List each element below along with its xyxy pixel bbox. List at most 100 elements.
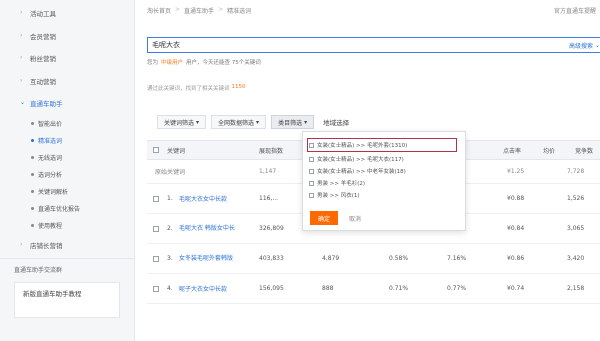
breadcrumb-home[interactable]: 淘长首页: [147, 6, 171, 15]
row-checkbox[interactable]: [153, 274, 159, 303]
category-option[interactable]: 女装(女士精品) >> 毛呢大衣(117): [309, 154, 404, 164]
sidebar-item-shop-marketing[interactable]: › 店铺长营销: [0, 234, 134, 257]
sidebar-divider: [0, 258, 134, 259]
checkbox-icon[interactable]: [309, 192, 314, 198]
row-keyword-link[interactable]: 女冬装毛呢外套韩版: [179, 244, 239, 273]
chevron-right-icon: ›: [20, 9, 23, 16]
select-all-checkbox[interactable]: [153, 141, 159, 159]
row-index: 2.: [167, 225, 173, 232]
cell-competition: 3,065: [567, 225, 585, 232]
result-count-tip: 通过此关键词，找到了相关关键词 1150: [147, 84, 246, 92]
cell-cvr: 0.77%: [447, 285, 467, 292]
confirm-button[interactable]: 确定: [310, 211, 338, 225]
header-keyword[interactable]: 关键词: [167, 141, 185, 159]
header-competition[interactable]: 竞争数: [575, 141, 593, 159]
sidebar-item-activity-tools[interactable]: › 活动工具: [0, 2, 134, 25]
checkbox-icon[interactable]: [309, 156, 314, 162]
sidebar-sub-optimization-report[interactable]: 直通车优化报告: [0, 200, 134, 217]
user-level: 中级用户: [161, 60, 184, 66]
category-option[interactable]: 男装 >> 风衣(1): [309, 190, 360, 200]
checkbox-icon[interactable]: [309, 168, 314, 174]
bullet-icon: [31, 172, 34, 176]
chevron-down-icon: ⌄: [20, 99, 26, 106]
advanced-search-toggle[interactable]: 高级搜索 ⌄: [569, 41, 600, 50]
cell-competition: 3,420: [567, 255, 585, 262]
top-reminder-link[interactable]: 官方直通车提醒: [554, 6, 596, 15]
cell-competition: 2,158: [567, 285, 585, 292]
main-content: 淘长首页 > 直通车助手 > 精准选词 官方直通车提醒 高级搜索 ⌄ 您为 中级…: [135, 0, 600, 341]
category-option[interactable]: 女装(女士精品) >> 毛呢外套(1310): [309, 140, 407, 150]
caret-down-icon: ▾: [256, 118, 260, 126]
cell-price: ¥1.25: [507, 168, 525, 175]
cell-ctr: 0.58%: [389, 255, 409, 262]
row-checkbox[interactable]: [153, 184, 159, 213]
row-keyword-link[interactable]: 呢子大衣女中长款: [179, 274, 227, 303]
cell-pv: 116,...: [259, 195, 279, 202]
breadcrumb-ztc[interactable]: 直通车助手: [184, 6, 214, 15]
bullet-icon: [31, 189, 34, 193]
bullet-icon: [31, 206, 34, 210]
breadcrumb-current: 精准选词: [227, 8, 252, 15]
cell-pv: 1,147: [259, 168, 277, 175]
row-index: 1.: [167, 195, 173, 202]
sidebar-item-fan-marketing[interactable]: › 粉丝营销: [0, 47, 134, 70]
cell-price: ¥0.84: [507, 225, 525, 232]
row-checkbox[interactable]: [153, 214, 159, 243]
sidebar-item-member-marketing[interactable]: › 会员营销: [0, 25, 134, 48]
chevron-down-icon: ⌄: [594, 42, 600, 49]
sidebar: › 活动工具 › 会员营销 › 粉丝营销 › 互动营销 ⌄ 直通车助手 智能出价 精准选词…: [0, 0, 135, 341]
chevron-right-icon: ›: [20, 76, 23, 84]
chevron-right-icon: ›: [20, 240, 23, 248]
breadcrumb-separator: >: [218, 6, 224, 13]
network-data-filter-button[interactable]: 全网数据筛选 ▾: [211, 115, 267, 129]
sidebar-item-ztc-assistant[interactable]: ⌄ 直通车助手: [0, 92, 134, 115]
header-pv[interactable]: 展现指数: [259, 141, 283, 159]
sidebar-sub-tutorial[interactable]: 使用教程: [0, 217, 134, 234]
table-row: 4. 呢子大衣女中长款 156,095 888 0.71% 0.77% ¥0.7…: [147, 274, 600, 304]
sidebar-sub-smart-bid[interactable]: 智能出价: [0, 115, 134, 132]
cell-ctr: 0.71%: [389, 285, 409, 292]
sidebar-item-interactive-marketing[interactable]: › 互动营销: [0, 70, 134, 93]
caret-down-icon: ▾: [196, 118, 200, 126]
category-option[interactable]: 男装 >> 羊毛衫(2): [309, 178, 365, 188]
caret-down-icon: ▾: [304, 118, 308, 126]
bullet-icon: [31, 138, 34, 142]
sidebar-section-label: 直通车助手交流群: [14, 267, 63, 274]
sidebar-tutorial-card[interactable]: 新版直通车助手教程: [14, 282, 120, 318]
category-option[interactable]: 女装(女士精品) >> 中老年女装(18): [309, 166, 406, 176]
cell-clicks: 4,879: [322, 255, 340, 262]
original-keyword-label: 原始关键词: [155, 169, 186, 176]
header-price[interactable]: 均价: [543, 141, 555, 159]
quota-tip: 您为 中级用户 用户，今天还能查 75个关键词: [147, 60, 261, 66]
cell-pv: 326,809: [259, 225, 284, 232]
sidebar-sub-keyword-parse[interactable]: 关键词解析: [0, 183, 134, 200]
category-filter-button[interactable]: 类目筛选 ▾: [271, 115, 315, 129]
sidebar-sub-wireless-keywords[interactable]: 无线选词: [0, 149, 134, 166]
checkbox-icon[interactable]: [309, 142, 314, 148]
cell-pv: 403,833: [259, 255, 284, 262]
region-select-link[interactable]: 地域选择: [319, 115, 349, 129]
row-index: 3.: [167, 255, 173, 262]
header-ctr[interactable]: 点击率: [503, 141, 521, 159]
bullet-icon: [31, 223, 34, 227]
bullet-icon: [31, 155, 34, 159]
breadcrumb-separator: >: [175, 6, 181, 13]
cell-competition: 7,728: [567, 168, 585, 175]
checkbox-icon[interactable]: [309, 180, 314, 186]
keyword-filter-button[interactable]: 关键词筛选 ▾: [157, 115, 207, 129]
chevron-right-icon: ›: [20, 31, 23, 39]
chevron-right-icon: ›: [20, 54, 23, 61]
row-index: 4.: [167, 285, 173, 292]
cell-clicks: 888: [322, 285, 334, 292]
row-checkbox[interactable]: [153, 244, 159, 273]
search-input[interactable]: [148, 38, 528, 52]
table-row: 3. 女冬装毛呢外套韩版 403,833 4,879 0.58% 7.16% ¥…: [147, 244, 600, 274]
row-keyword-link[interactable]: 毛呢大衣 韩版女中长: [179, 214, 239, 243]
sidebar-sub-keyword-analysis[interactable]: 选词分析: [0, 166, 134, 183]
bullet-icon: [31, 121, 34, 125]
cell-price: ¥0.88: [507, 195, 525, 202]
cell-competition: 1,526: [567, 195, 585, 202]
cancel-link[interactable]: 取消: [349, 214, 361, 223]
sidebar-sub-precise-keywords[interactable]: 精准选词: [0, 132, 134, 149]
row-keyword-link[interactable]: 毛呢大衣女中长款: [179, 184, 227, 213]
